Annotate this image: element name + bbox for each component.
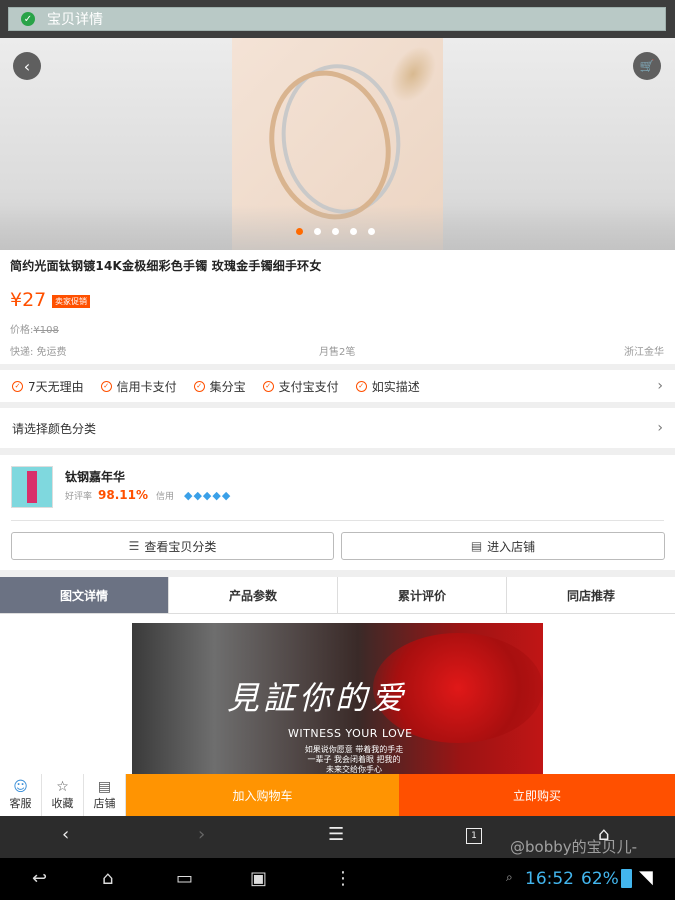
gallery-dot[interactable] <box>332 228 339 235</box>
check-circle-icon: ✓ <box>262 380 274 392</box>
home-icon[interactable]: ⌂ <box>102 868 113 889</box>
customer-service-label: 客服 <box>9 797 32 810</box>
clock: 16:52 <box>525 869 574 889</box>
product-price: ¥27 <box>10 289 47 311</box>
overflow-menu-icon[interactable]: ⋮ <box>334 868 352 889</box>
screenshot-icon[interactable]: ▣ <box>250 868 267 889</box>
color-selector[interactable]: 请选择颜色分类 › <box>0 408 675 448</box>
enter-shop-label: 进入店铺 <box>487 539 536 554</box>
detail-content: 見証你的爱 WITNESS YOUR LOVE 如果说你愿意 带着我的手走一辈子… <box>0 614 675 774</box>
ship-location: 浙江金华 <box>624 347 664 358</box>
monthly-sales: 月售2笔 <box>319 347 356 358</box>
browser-forward-icon[interactable]: › <box>198 824 205 845</box>
credit-label: 信用 <box>156 491 175 502</box>
wifi-icon: ◥ <box>639 867 653 888</box>
detail-tabs: 图文详情 产品参数 累计评价 同店推荐 <box>0 577 675 614</box>
store-label: 店铺 <box>93 797 116 810</box>
decor-grass <box>380 38 446 110</box>
service-item: ✓ 支付宝支付 <box>262 378 339 395</box>
banner-headline: 見証你的爱 <box>227 679 408 717</box>
shop-icon: ▤ <box>470 539 483 553</box>
original-price-value: ¥108 <box>33 325 59 336</box>
service-label: 支付宝支付 <box>278 379 339 394</box>
shop-name[interactable]: 钛钢嘉年华 <box>65 468 125 485</box>
chat-icon: ☺ <box>13 779 28 795</box>
customer-service-button[interactable]: ☺ 客服 <box>0 774 42 816</box>
check-circle-icon: ✓ <box>12 380 23 392</box>
shop-card: 钛钢嘉年华 好评率 98.11% 信用 ◆◆◆◆◆ ☰ 查看宝贝分类 ▤ 进入店… <box>0 455 675 570</box>
shipping-info: 快递: 免运费 <box>10 347 67 358</box>
store-button[interactable]: ▤ 店铺 <box>84 774 126 816</box>
product-title: 简约光面钛钢镀14K金极细彩色手镯 玫瑰金手镯细手环女 <box>10 259 322 273</box>
system-bar: ↩ ⌂ ▭ ▣ ⋮ ⌕ 16:52 62% ◥ <box>0 858 675 900</box>
product-gallery[interactable]: ‹ 🛒 <box>0 38 675 250</box>
tab-shop-recommend[interactable]: 同店推荐 <box>507 577 675 613</box>
service-item: ✓ 如实描述 <box>355 378 420 395</box>
bottom-action-bar: ☺ 客服 ☆ 收藏 ▤ 店铺 加入购物车 立即购买 <box>0 774 675 816</box>
chevron-right-icon: › <box>657 378 663 394</box>
diamond-icon: ◆◆◆◆◆ <box>184 488 232 502</box>
rating-label: 好评率 <box>65 491 93 502</box>
buy-now-button[interactable]: 立即购买 <box>399 774 675 816</box>
enter-shop-button[interactable]: ▤ 进入店铺 <box>341 532 665 560</box>
back-button[interactable]: ‹ <box>13 52 41 80</box>
service-label: 7天无理由 <box>28 379 84 394</box>
check-circle-icon: ✓ <box>100 380 112 392</box>
gallery-dot[interactable] <box>314 228 321 235</box>
tab-reviews[interactable]: 累计评价 <box>338 577 507 613</box>
product-info: 简约光面钛钢镀14K金极细彩色手镯 玫瑰金手镯细手环女 ¥27 卖家促销 价格:… <box>0 250 675 364</box>
browser-back-icon[interactable]: ‹ <box>62 824 69 845</box>
watermark: @bobby的宝贝儿- <box>510 838 638 856</box>
original-price: 价格:¥108 <box>10 321 59 336</box>
shop-logo[interactable] <box>11 466 53 508</box>
search-icon: ⌕ <box>506 870 513 884</box>
gallery-dot[interactable] <box>350 228 357 235</box>
recent-apps-icon[interactable]: ▭ <box>176 868 193 889</box>
back-icon[interactable]: ↩ <box>32 868 47 889</box>
divider <box>11 520 664 521</box>
service-label: 信用卡支付 <box>116 379 177 394</box>
page-title: 宝贝详情 <box>47 12 103 28</box>
battery-percent: 62% <box>581 869 619 889</box>
star-icon: ☆ <box>56 779 69 795</box>
service-item: ✓ 集分宝 <box>193 378 246 395</box>
gallery-dot[interactable] <box>368 228 375 235</box>
service-guarantees[interactable]: ✓ 7天无理由 ✓ 信用卡支付 ✓ 集分宝 ✓ 支付宝支付 ✓ 如实描述 › <box>0 370 675 402</box>
check-icon: ✓ <box>21 12 35 26</box>
store-icon: ▤ <box>97 779 112 795</box>
check-circle-icon: ✓ <box>193 380 205 392</box>
service-item: ✓ 7天无理由 <box>12 378 84 395</box>
chevron-right-icon: › <box>657 420 663 436</box>
tab-image-details[interactable]: 图文详情 <box>0 577 169 613</box>
rating-value: 98.11% <box>98 488 148 502</box>
tab-product-params[interactable]: 产品参数 <box>169 577 338 613</box>
service-item: ✓ 信用卡支付 <box>100 378 177 395</box>
promo-badge: 卖家促销 <box>52 295 90 308</box>
banner-english: WITNESS YOUR LOVE <box>288 727 413 740</box>
cart-button[interactable]: 🛒 <box>633 52 661 80</box>
gallery-dot[interactable] <box>296 228 303 235</box>
battery-icon <box>621 869 632 888</box>
check-circle-icon: ✓ <box>355 380 367 392</box>
view-categories-button[interactable]: ☰ 查看宝贝分类 <box>11 532 334 560</box>
title-bar-inner: ✓ 宝贝详情 <box>8 7 666 31</box>
favorite-label: 收藏 <box>51 797 74 810</box>
favorite-button[interactable]: ☆ 收藏 <box>42 774 84 816</box>
gallery-dots <box>296 228 375 235</box>
menu-icon[interactable]: ☰ <box>328 824 344 845</box>
tabs-button[interactable]: 1 <box>466 828 482 844</box>
cart-icon: 🛒 <box>639 59 655 73</box>
detail-banner-image: 見証你的爱 WITNESS YOUR LOVE 如果说你愿意 带着我的手走一辈子… <box>132 623 543 774</box>
title-bar: ✓ 宝贝详情 <box>0 0 675 38</box>
service-label: 集分宝 <box>209 379 246 394</box>
original-price-label: 价格: <box>10 325 34 336</box>
chevron-left-icon: ‹ <box>23 56 31 76</box>
service-label: 如实描述 <box>371 379 420 394</box>
add-to-cart-button[interactable]: 加入购物车 <box>126 774 399 816</box>
shop-rating: 好评率 98.11% 信用 ◆◆◆◆◆ <box>65 488 231 502</box>
color-selector-label: 请选择颜色分类 <box>12 421 97 436</box>
banner-poem: 如果说你愿意 带着我的手走一辈子 我会闭着眼 把我的未来交给你手心 <box>304 745 404 774</box>
list-icon: ☰ <box>128 539 140 553</box>
view-categories-label: 查看宝贝分类 <box>144 539 217 554</box>
